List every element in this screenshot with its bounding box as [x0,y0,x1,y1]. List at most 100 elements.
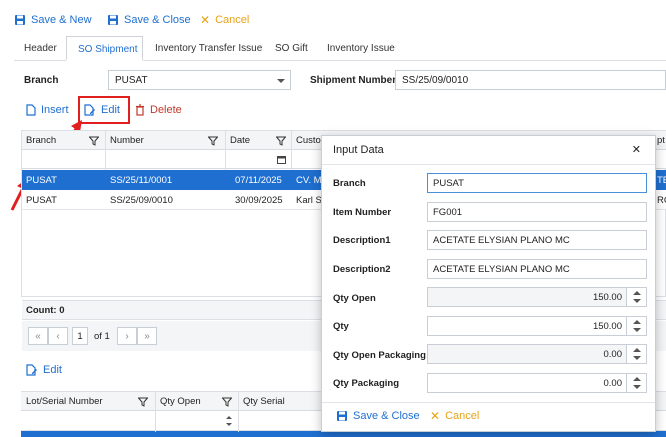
qty-open-filter-spinner[interactable] [225,414,234,428]
first-page-button[interactable]: « [28,327,48,345]
filter-icon[interactable] [222,397,232,407]
row-customer: Karl Sl [296,195,324,206]
double-chevron-right-icon: » [144,330,150,342]
delete-button[interactable]: Delete [135,104,182,116]
close-icon: ✕ [200,13,211,27]
col-header-customer[interactable]: Custo [296,135,321,146]
branch-select[interactable]: PUSAT [108,70,291,90]
tab-so-gift[interactable]: SO Gift [275,43,308,54]
qty-label: Qty [333,321,349,332]
dialog-save-close-button[interactable]: Save & Close [336,410,420,422]
qty-open-field[interactable]: 150.00 [427,287,647,307]
col-divider [155,392,156,432]
dialog-title: Input Data [333,144,384,156]
chevron-down-icon [633,299,641,303]
insert-button[interactable]: Insert [26,104,69,116]
row-customer: CV. M [296,175,322,186]
dialog-cancel-label: Cancel [445,410,480,422]
col-header-qty-serial[interactable]: Qty Serial [243,396,285,407]
row-date: 07/11/2025 [235,175,282,186]
filter-icon[interactable] [138,397,148,407]
row-branch: PUSAT [26,195,57,206]
document-icon [26,104,36,116]
dialog-header: Input Data ✕ [322,136,655,165]
qty-value: 150.00 [592,321,622,332]
qty-open-packaging-value: 0.00 [603,349,623,360]
dialog-save-close-label: Save & Close [353,410,420,422]
edit-button[interactable]: Edit [84,104,120,116]
branch-select-value: PUSAT [115,74,148,86]
filter-icon[interactable] [89,136,99,146]
filter-icon[interactable] [208,136,218,146]
prev-page-button[interactable]: ‹ [48,327,68,345]
row-right: TE [657,175,666,186]
save-new-label: Save & New [31,14,92,26]
close-icon[interactable]: ✕ [632,143,641,156]
delete-label: Delete [150,104,182,116]
chevron-down-icon [633,356,641,360]
save-icon [14,14,26,26]
col-header-lot-serial[interactable]: Lot/Serial Number [26,396,103,407]
row-number: SS/25/11/0001 [110,175,173,186]
item-number-field[interactable]: FG001 [427,202,647,222]
row-right: RC [657,195,666,206]
item-number-label: Item Number [333,207,392,218]
last-page-button[interactable]: » [137,327,157,345]
shipment-number-value: SS/25/09/0010 [402,74,469,86]
description2-label: Description2 [333,264,391,275]
close-icon: ✕ [430,409,441,423]
qty-open-label: Qty Open [333,293,376,304]
chevron-up-icon [226,416,232,419]
chevron-up-icon [633,291,641,295]
calendar-icon[interactable] [277,155,286,164]
qty-field[interactable]: 150.00 [427,316,647,336]
qty-packaging-spinner[interactable] [626,374,646,392]
chevron-down-icon [633,328,641,332]
trash-icon [135,104,145,116]
edit-icon [26,364,38,376]
branch-label: Branch [24,75,59,86]
shipment-number-select[interactable]: SS/25/09/0010 [395,70,666,90]
page-of-label: of 1 [94,331,110,342]
cancel-label: Cancel [215,14,250,26]
col-header-branch[interactable]: Branch [26,135,56,146]
col-header-number[interactable]: Number [110,135,144,146]
save-icon [107,14,119,26]
col-header-right: pt [657,135,665,146]
grid-count: Count: 0 [26,305,65,316]
description2-field[interactable]: ACETATE ELYSIAN PLANO MC [427,259,647,279]
qty-packaging-value: 0.00 [603,378,623,389]
qty-packaging-field[interactable]: 0.00 [427,373,647,393]
col-header-date[interactable]: Date [230,135,250,146]
save-close-button[interactable]: Save & Close [107,14,191,26]
next-page-button[interactable]: › [117,327,137,345]
filter-icon[interactable] [276,136,286,146]
qty-open-packaging-label: Qty Open Packaging [333,350,426,361]
qty-open-spinner[interactable] [626,288,646,306]
cancel-button[interactable]: ✕ Cancel [200,14,249,26]
col-header-qty-open[interactable]: Qty Open [160,396,201,407]
branch-field[interactable]: PUSAT [427,173,647,193]
chevron-left-icon: ‹ [56,330,60,342]
tab-inventory-transfer-issue[interactable]: Inventory Transfer Issue [155,43,262,54]
chevron-up-icon [633,377,641,381]
chevron-down-icon [633,385,641,389]
tab-header[interactable]: Header [24,43,57,54]
qty-open-packaging-spinner[interactable] [626,345,646,363]
edit-label: Edit [101,104,120,116]
chevron-right-icon: › [125,330,129,342]
branch-field-label: Branch [333,178,366,189]
tab-so-shipment-label: SO Shipment [78,44,138,55]
page-number-input[interactable]: 1 [72,327,88,345]
qty-open-packaging-field[interactable]: 0.00 [427,344,647,364]
qty-open-value: 150.00 [592,292,622,303]
qty-spinner[interactable] [626,317,646,335]
chevron-up-icon [633,348,641,352]
tab-inventory-issue[interactable]: Inventory Issue [327,43,395,54]
tab-so-shipment[interactable]: SO Shipment [66,36,143,61]
description1-field[interactable]: ACETATE ELYSIAN PLANO MC [427,230,647,250]
dialog-cancel-button[interactable]: ✕ Cancel [430,410,479,422]
save-new-button[interactable]: Save & New [14,14,92,26]
lower-edit-button[interactable]: Edit [26,364,62,376]
save-icon [336,410,348,422]
